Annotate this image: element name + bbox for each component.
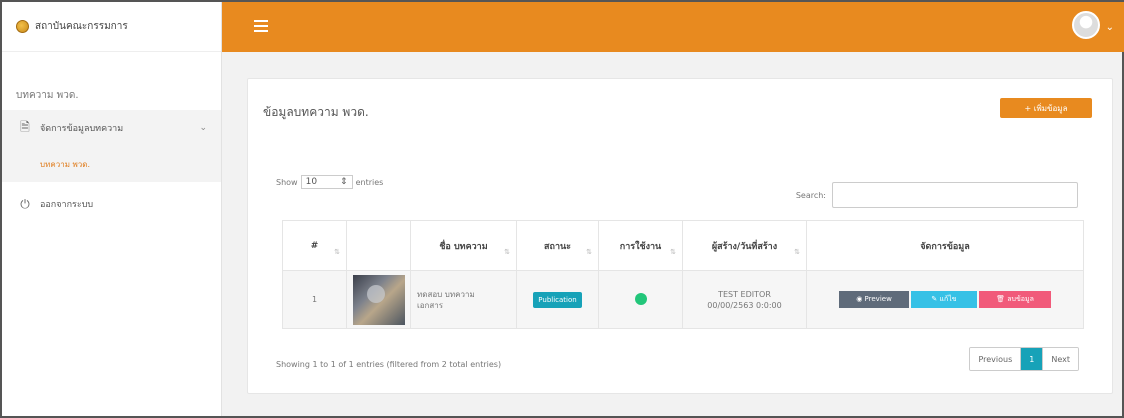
- search-label: Search:: [795, 190, 826, 200]
- sort-icon: ⇅: [504, 248, 510, 256]
- power-icon: ⏻: [20, 196, 30, 211]
- cell-image: [346, 270, 411, 329]
- article-title-sub: เอกสาร: [417, 300, 444, 310]
- col-header-creator[interactable]: ผู้สร้าง/วันที่สร้าง ⇅: [682, 220, 807, 271]
- hamburger-icon[interactable]: [254, 20, 268, 32]
- sidebar-subitem-articles[interactable]: บทความ พวด.: [2, 146, 221, 182]
- cell-usage: [598, 270, 683, 329]
- active-status-dot[interactable]: [634, 292, 647, 305]
- sidebar-section-title: บทความ พวด.: [16, 90, 79, 101]
- created-date: 00/00/2563 0:0:00: [707, 300, 782, 310]
- brand[interactable]: สถาบันคณะกรรมการ: [2, 2, 221, 52]
- sort-icon: ⇅: [670, 248, 676, 256]
- page-title: ข้อมูลบทความ พวด.: [263, 105, 369, 119]
- length-control: Show 10 ⇕ entries: [276, 175, 383, 189]
- add-data-button[interactable]: + เพิ่มข้อมูล: [1000, 98, 1092, 118]
- sidebar-item-manage-articles[interactable]: 🗎 จัดการข้อมูลบทความ ⌄: [2, 110, 221, 146]
- preview-button[interactable]: ◉ Preview: [839, 291, 909, 308]
- user-avatar-icon[interactable]: [1072, 11, 1100, 39]
- sort-icon: ⇅: [794, 248, 800, 256]
- search-input[interactable]: [832, 182, 1078, 208]
- table-row: 1 ทดสอบ บทความ เอกสาร Publication TEST E…: [282, 270, 1084, 329]
- page-1-button[interactable]: 1: [1020, 348, 1043, 370]
- document-icon: 🗎: [20, 119, 30, 134]
- article-title: ทดสอบ บทความ: [417, 289, 475, 299]
- previous-page-button[interactable]: Previous: [970, 348, 1021, 370]
- search-control: Search:: [796, 182, 1078, 208]
- brand-logo-icon: [16, 20, 29, 33]
- content-card: ข้อมูลบทความ พวด. + เพิ่มข้อมูล Show 10 …: [247, 78, 1113, 394]
- entries-label: entries: [355, 177, 384, 187]
- col-header-status[interactable]: สถานะ ⇅: [516, 220, 599, 271]
- brand-name: สถาบันคณะกรรมการ: [35, 21, 128, 32]
- sidebar-item-label: จัดการข้อมูลบทความ: [40, 124, 124, 134]
- app-frame: สถาบันคณะกรรมการ บทความ พวด. 🗎 จัดการข้อ…: [0, 0, 1124, 418]
- top-navbar: ⌄: [222, 2, 1124, 52]
- caret-down-icon[interactable]: ⌄: [1106, 22, 1114, 33]
- trash-icon: 🗑: [996, 295, 1008, 303]
- col-header-usage[interactable]: การใช้งาน ⇅: [598, 220, 683, 271]
- sidebar-item-label: ออกจากระบบ: [40, 200, 94, 210]
- creator-name: TEST EDITOR: [718, 289, 771, 299]
- edit-button[interactable]: ✎ แก้ไข: [911, 291, 977, 308]
- sidebar: สถาบันคณะกรรมการ บทความ พวด. 🗎 จัดการข้อ…: [2, 2, 222, 416]
- cell-actions: ◉ Preview ✎ แก้ไข 🗑 ลบข้อมูล: [806, 270, 1084, 329]
- chevron-down-icon: ⌄: [199, 123, 207, 133]
- col-header-title[interactable]: ชื่อ บทความ ⇅: [410, 220, 517, 271]
- table-info: Showing 1 to 1 of 1 entries (filtered fr…: [276, 360, 502, 369]
- col-header-index[interactable]: # ⇅: [282, 220, 347, 271]
- cell-creator: TEST EDITOR 00/00/2563 0:0:00: [682, 270, 807, 329]
- cell-title: ทดสอบ บทความ เอกสาร: [410, 270, 517, 329]
- status-badge: Publication: [533, 291, 582, 308]
- edit-icon: ✎: [931, 295, 940, 303]
- pagination: Previous 1 Next: [969, 347, 1079, 371]
- entries-select[interactable]: 10 ⇕: [300, 175, 353, 189]
- cell-index: 1: [282, 270, 347, 329]
- table-header-row: # ⇅ ชื่อ บทความ ⇅ สถานะ ⇅ การใช้งาน ⇅ ผู้สร้…: [282, 220, 1084, 271]
- eye-icon: ◉: [856, 295, 865, 303]
- sort-icon: ⇅: [586, 248, 592, 256]
- entries-select-value: 10: [305, 177, 318, 187]
- articles-table: # ⇅ ชื่อ บทความ ⇅ สถานะ ⇅ การใช้งาน ⇅ ผู้สร้…: [282, 220, 1084, 329]
- delete-button[interactable]: 🗑 ลบข้อมูล: [979, 291, 1051, 308]
- select-arrows-icon: ⇕: [340, 177, 348, 187]
- sidebar-item-logout[interactable]: ⏻ ออกจากระบบ: [2, 186, 221, 222]
- show-label: Show: [276, 177, 298, 187]
- col-header-image: [346, 220, 411, 271]
- cell-status: Publication: [516, 270, 599, 329]
- next-page-button[interactable]: Next: [1042, 348, 1078, 370]
- col-header-actions: จัดการข้อมูล: [806, 220, 1084, 271]
- sort-icon: ⇅: [334, 248, 340, 256]
- article-thumbnail[interactable]: [352, 274, 405, 325]
